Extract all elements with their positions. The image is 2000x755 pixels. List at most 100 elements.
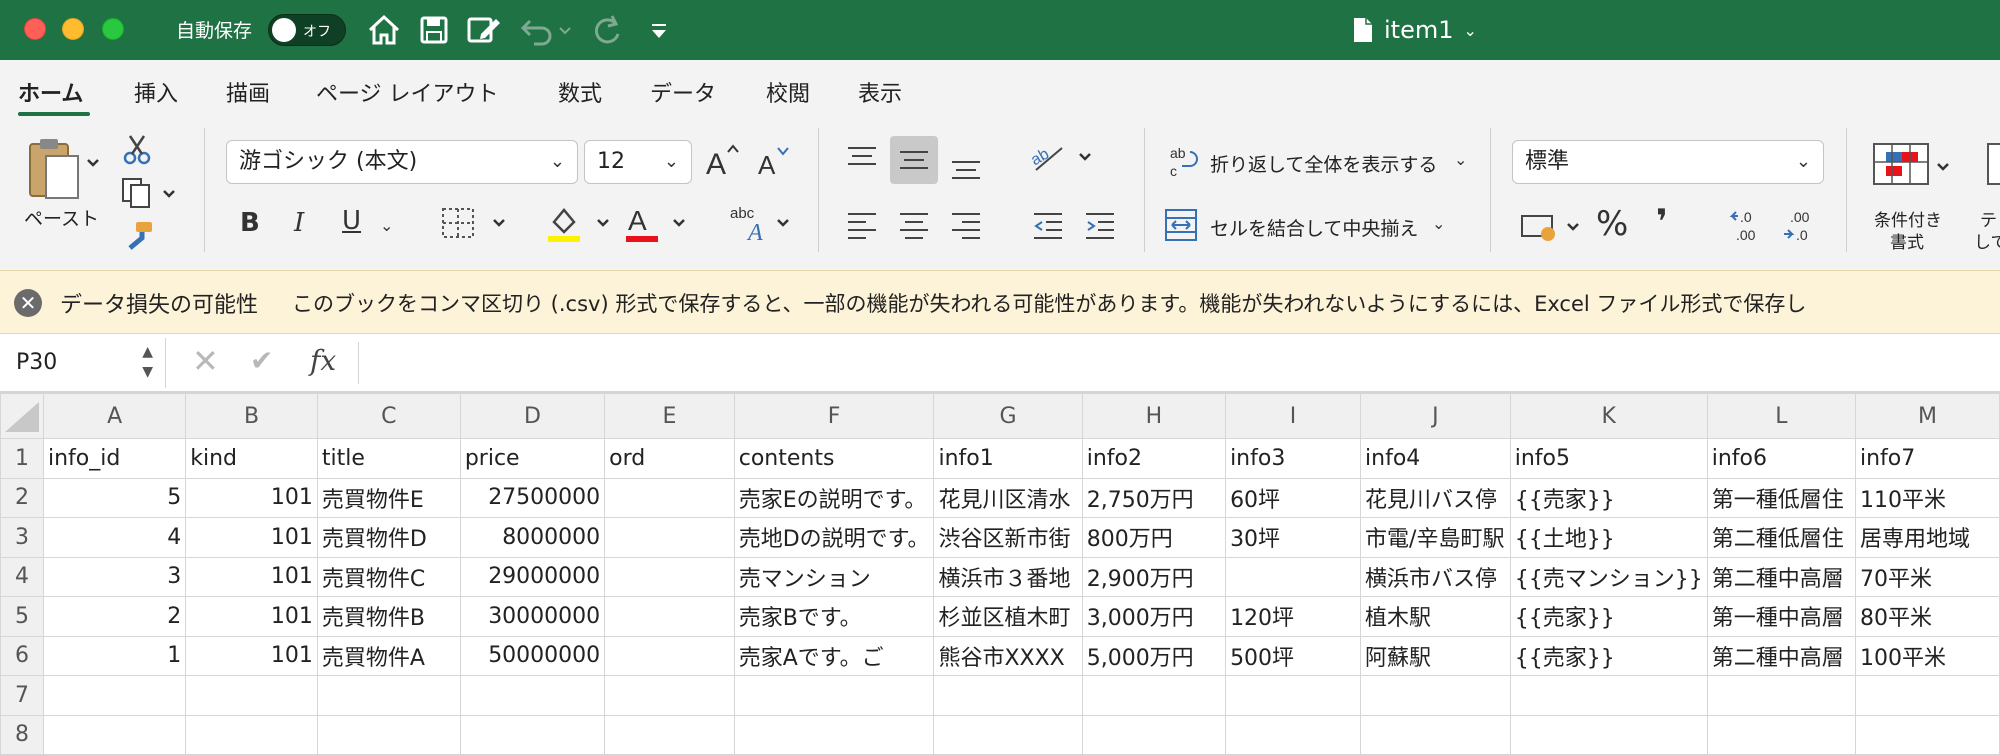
- orientation-icon[interactable]: ab: [1030, 138, 1096, 178]
- borders-icon[interactable]: [440, 204, 506, 244]
- cell[interactable]: 1: [42, 635, 187, 676]
- row-header[interactable]: 3: [0, 517, 44, 558]
- accounting-format-icon[interactable]: [1520, 210, 1586, 246]
- cell[interactable]: 101: [185, 596, 318, 637]
- cell[interactable]: {{売家}}: [1509, 596, 1708, 637]
- cell[interactable]: 売買物件A: [316, 635, 461, 676]
- cell[interactable]: 60坪: [1225, 477, 1362, 518]
- cell[interactable]: [316, 714, 461, 755]
- font-name-select[interactable]: 游ゴシック (本文) ⌄: [226, 140, 578, 184]
- cell[interactable]: info6: [1706, 438, 1856, 479]
- customize-toolbar-icon[interactable]: [648, 10, 672, 50]
- column-header[interactable]: L: [1706, 393, 1856, 439]
- cell[interactable]: contents: [733, 438, 935, 479]
- chevron-down-icon[interactable]: ⌄: [1432, 214, 1445, 233]
- cell[interactable]: info_id: [42, 438, 187, 479]
- column-header[interactable]: J: [1360, 393, 1511, 439]
- cell[interactable]: 3: [42, 556, 187, 597]
- column-header[interactable]: I: [1225, 393, 1362, 439]
- cell[interactable]: [1509, 675, 1708, 716]
- column-header[interactable]: M: [1854, 393, 2000, 439]
- cell[interactable]: 5: [42, 477, 187, 518]
- align-top-icon[interactable]: [846, 144, 878, 176]
- cell[interactable]: info5: [1509, 438, 1708, 479]
- cell[interactable]: 売買物件B: [316, 596, 461, 637]
- tab-formulas[interactable]: 数式: [558, 76, 602, 108]
- cell[interactable]: 70平米: [1854, 556, 2000, 597]
- row-header[interactable]: 6: [0, 635, 44, 676]
- cell[interactable]: [604, 635, 735, 676]
- cell[interactable]: [604, 675, 735, 716]
- cell[interactable]: 50000000: [459, 635, 606, 676]
- tab-page-layout[interactable]: ページ レイアウト: [316, 76, 499, 108]
- increase-decimal-icon[interactable]: .0.00: [1728, 206, 1768, 246]
- tab-draw[interactable]: 描画: [226, 76, 270, 108]
- cell[interactable]: [733, 675, 935, 716]
- align-middle-button[interactable]: [890, 136, 938, 184]
- cell[interactable]: [1509, 714, 1708, 755]
- row-header[interactable]: 2: [0, 477, 44, 518]
- minimize-window-button[interactable]: [62, 18, 84, 40]
- formula-input[interactable]: [358, 342, 1988, 384]
- cell[interactable]: 花見川区清水: [933, 477, 1083, 518]
- cell[interactable]: [604, 477, 735, 518]
- column-header[interactable]: C: [316, 393, 461, 439]
- close-window-button[interactable]: [24, 18, 46, 40]
- cell[interactable]: [604, 556, 735, 597]
- name-box[interactable]: P30 ▲ ▼: [0, 338, 166, 388]
- phonetic-guide-icon[interactable]: abc A: [728, 202, 794, 246]
- wrap-text-icon[interactable]: ab c: [1168, 144, 1202, 180]
- cell[interactable]: [1081, 714, 1227, 755]
- align-bottom-icon[interactable]: [950, 150, 982, 182]
- cell[interactable]: 27500000: [459, 477, 606, 518]
- cell[interactable]: 売家Bです。: [733, 596, 935, 637]
- cell[interactable]: 8000000: [459, 517, 606, 558]
- cell[interactable]: 100平米: [1854, 635, 2000, 676]
- cell[interactable]: [185, 675, 318, 716]
- cell[interactable]: [733, 714, 935, 755]
- cell[interactable]: 横浜市３番地: [933, 556, 1083, 597]
- column-header[interactable]: B: [185, 393, 318, 439]
- row-header[interactable]: 1: [0, 438, 44, 479]
- cell[interactable]: [604, 714, 735, 755]
- cell[interactable]: [1854, 675, 2000, 716]
- cell[interactable]: [185, 714, 318, 755]
- align-right-icon[interactable]: [950, 210, 982, 242]
- cell[interactable]: [1706, 714, 1856, 755]
- merge-center-icon[interactable]: [1164, 208, 1198, 242]
- column-header[interactable]: H: [1081, 393, 1227, 439]
- paste-button[interactable]: [22, 136, 102, 206]
- cell[interactable]: [1706, 675, 1856, 716]
- cell[interactable]: 第一種中高層: [1706, 596, 1856, 637]
- cell[interactable]: 阿蘇駅: [1360, 635, 1511, 676]
- cell[interactable]: 110平米: [1854, 477, 2000, 518]
- cell[interactable]: [1360, 675, 1511, 716]
- cell[interactable]: info2: [1081, 438, 1227, 479]
- cell[interactable]: info3: [1225, 438, 1362, 479]
- bold-button[interactable]: B: [240, 208, 260, 238]
- align-center-icon[interactable]: [898, 210, 930, 242]
- cell[interactable]: {{売家}}: [1509, 635, 1708, 676]
- column-header[interactable]: F: [733, 393, 935, 439]
- cell[interactable]: 2,900万円: [1081, 556, 1227, 597]
- autosave-toggle[interactable]: オフ: [268, 14, 346, 46]
- cell[interactable]: info4: [1360, 438, 1511, 479]
- cell[interactable]: 居専用地域: [1854, 517, 2000, 558]
- increase-indent-icon[interactable]: [1084, 210, 1116, 242]
- cell[interactable]: [459, 675, 606, 716]
- wrap-text-label[interactable]: 折り返して全体を表示する: [1210, 150, 1437, 177]
- cell[interactable]: [1360, 714, 1511, 755]
- cell[interactable]: 101: [185, 635, 318, 676]
- cell[interactable]: 3,000万円: [1081, 596, 1227, 637]
- cell[interactable]: 第二種低層住: [1706, 517, 1856, 558]
- format-as-table-icon[interactable]: [1986, 142, 2000, 190]
- tab-review[interactable]: 校閲: [766, 76, 810, 108]
- cancel-entry-icon[interactable]: ✕: [192, 342, 219, 380]
- cell[interactable]: 5,000万円: [1081, 635, 1227, 676]
- cell[interactable]: [1225, 675, 1362, 716]
- decrease-indent-icon[interactable]: [1032, 210, 1064, 242]
- cell[interactable]: 第二種中高層: [1706, 635, 1856, 676]
- cell[interactable]: price: [459, 438, 606, 479]
- cell[interactable]: [604, 596, 735, 637]
- cell[interactable]: [1225, 556, 1362, 597]
